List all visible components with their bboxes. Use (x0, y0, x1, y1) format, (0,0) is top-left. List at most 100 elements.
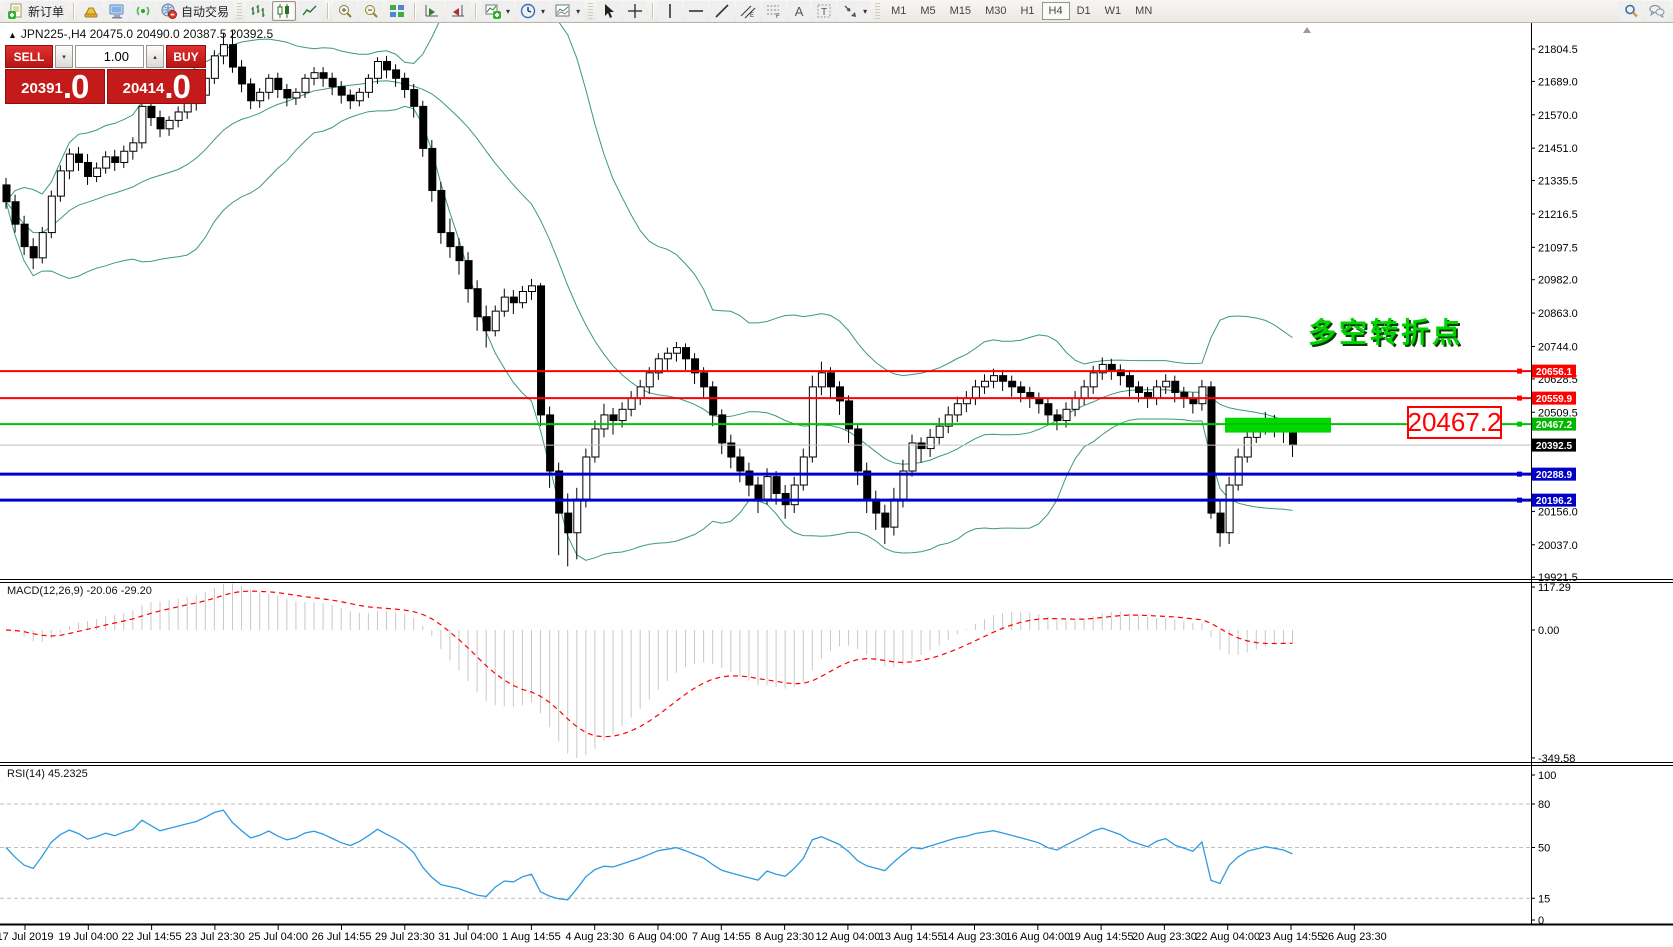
sell-price-big: .0 (63, 72, 89, 102)
bear-candle (1126, 376, 1133, 387)
date-tick-label: 13 Aug 14:55 (879, 931, 944, 943)
chart-canvas[interactable]: 21804.521689.021570.021451.021335.521216… (0, 0, 1673, 947)
line-handle[interactable] (1517, 369, 1522, 374)
highlight-rectangle[interactable] (1225, 418, 1331, 433)
date-tick-label: 19 Jul 04:00 (58, 931, 118, 943)
date-tick-label: 31 Jul 04:00 (438, 931, 498, 943)
rsi-line (6, 810, 1293, 900)
bull-candle (764, 477, 771, 499)
bear-candle (248, 84, 255, 101)
bull-candle (673, 348, 680, 354)
bull-candle (166, 120, 173, 128)
bear-candle (1290, 432, 1297, 445)
bull-candle (972, 387, 979, 398)
date-tick-label: 16 Aug 04:00 (1005, 931, 1070, 943)
price-tick-label: 21335.5 (1538, 176, 1578, 188)
line-handle[interactable] (1517, 498, 1522, 503)
date-tick-label: 20 Aug 23:30 (1132, 931, 1197, 943)
rsi-label: RSI(14) 45.2325 (7, 768, 88, 780)
bear-candle (411, 90, 418, 107)
bull-candle (139, 106, 146, 142)
bull-candle (311, 73, 318, 79)
bear-candle (1217, 513, 1224, 533)
bull-candle (211, 56, 218, 78)
bull-candle (1081, 387, 1088, 398)
bollinger-middle-band (6, 81, 1293, 465)
stepper-down-icon: ▾ (62, 53, 66, 61)
bear-candle (855, 429, 862, 471)
bear-candle (393, 70, 400, 78)
bear-candle (284, 90, 291, 98)
stepper-up-icon: ▴ (153, 53, 157, 61)
bull-candle (583, 457, 590, 499)
bull-candle (492, 311, 499, 331)
symbol-ohlc-text: JPN225-,H4 20475.0 20490.0 20387.5 20392… (21, 27, 273, 41)
one-click-trading-panel: SELL ▾ 1.00 ▴ BUY 20391.0 20414.0 (5, 45, 206, 104)
chart-shift-marker (1303, 27, 1311, 33)
bear-candle (420, 106, 427, 148)
bear-candle (1045, 404, 1052, 415)
bear-candle (3, 185, 10, 202)
bear-candle (1054, 415, 1061, 421)
bear-candle (1018, 387, 1025, 393)
bear-candle (21, 224, 28, 246)
bull-candle (528, 286, 535, 292)
turning-point-annotation[interactable]: 多空转折点 (1308, 311, 1463, 351)
line-handle[interactable] (1517, 422, 1522, 427)
bull-candle (94, 168, 101, 176)
bull-candle (220, 45, 227, 56)
bear-candle (1108, 364, 1115, 370)
rsi-axis-label: 80 (1538, 799, 1550, 811)
bull-candle (66, 154, 73, 171)
bull-candle (991, 376, 998, 382)
bull-candle (39, 233, 46, 258)
bull-candle (981, 381, 988, 387)
bull-candle (1090, 373, 1097, 387)
price-tick-label: 21216.5 (1538, 209, 1578, 221)
bear-candle (438, 191, 445, 233)
bear-candle (148, 106, 155, 117)
date-tick-label: 29 Jul 23:30 (375, 931, 435, 943)
line-handle[interactable] (1517, 396, 1522, 401)
price-badge-label: 20392.5 (1536, 441, 1573, 452)
price-tick-label: 20156.0 (1538, 506, 1578, 518)
volume-increase-button[interactable]: ▴ (146, 45, 164, 68)
sell-price-display[interactable]: 20391.0 (5, 69, 105, 104)
bear-candle (275, 78, 282, 89)
bull-candle (121, 151, 128, 162)
bear-candle (347, 95, 354, 101)
bear-candle (483, 317, 490, 331)
bull-candle (891, 499, 898, 527)
bull-candle (1244, 437, 1251, 457)
bull-candle (619, 409, 626, 420)
line-handle[interactable] (1517, 472, 1522, 477)
bull-candle (592, 429, 599, 457)
bear-candle (755, 485, 762, 499)
bear-candle (402, 78, 409, 89)
buy-price-display[interactable]: 20414.0 (107, 69, 207, 104)
price-tick-label: 20744.0 (1538, 341, 1578, 353)
buy-button[interactable]: BUY (166, 45, 206, 68)
bear-candle (12, 202, 19, 224)
bull-candle (266, 78, 273, 92)
bull-candle (1226, 485, 1233, 533)
price-tick-label: 21570.0 (1538, 110, 1578, 122)
bear-candle (1136, 387, 1143, 393)
bull-candle (1163, 381, 1170, 387)
price-callout-box[interactable]: 20467.2 (1407, 406, 1502, 439)
price-tick-label: 20509.5 (1538, 407, 1578, 419)
price-tick-label: 21097.5 (1538, 242, 1578, 254)
bear-candle (701, 373, 708, 387)
bear-candle (1208, 387, 1215, 513)
volume-input[interactable]: 1.00 (75, 45, 144, 68)
buy-price-small: 20414 (123, 76, 165, 102)
bull-candle (936, 426, 943, 437)
bear-candle (610, 415, 617, 421)
bull-candle (818, 373, 825, 387)
volume-decrease-button[interactable]: ▾ (55, 45, 73, 68)
bollinger-lower-band (6, 106, 1293, 560)
macd-axis-label: 0.00 (1538, 625, 1559, 637)
bull-candle (1063, 409, 1070, 420)
sell-button[interactable]: SELL (5, 45, 53, 68)
macd-axis-label: 117.29 (1538, 582, 1571, 594)
